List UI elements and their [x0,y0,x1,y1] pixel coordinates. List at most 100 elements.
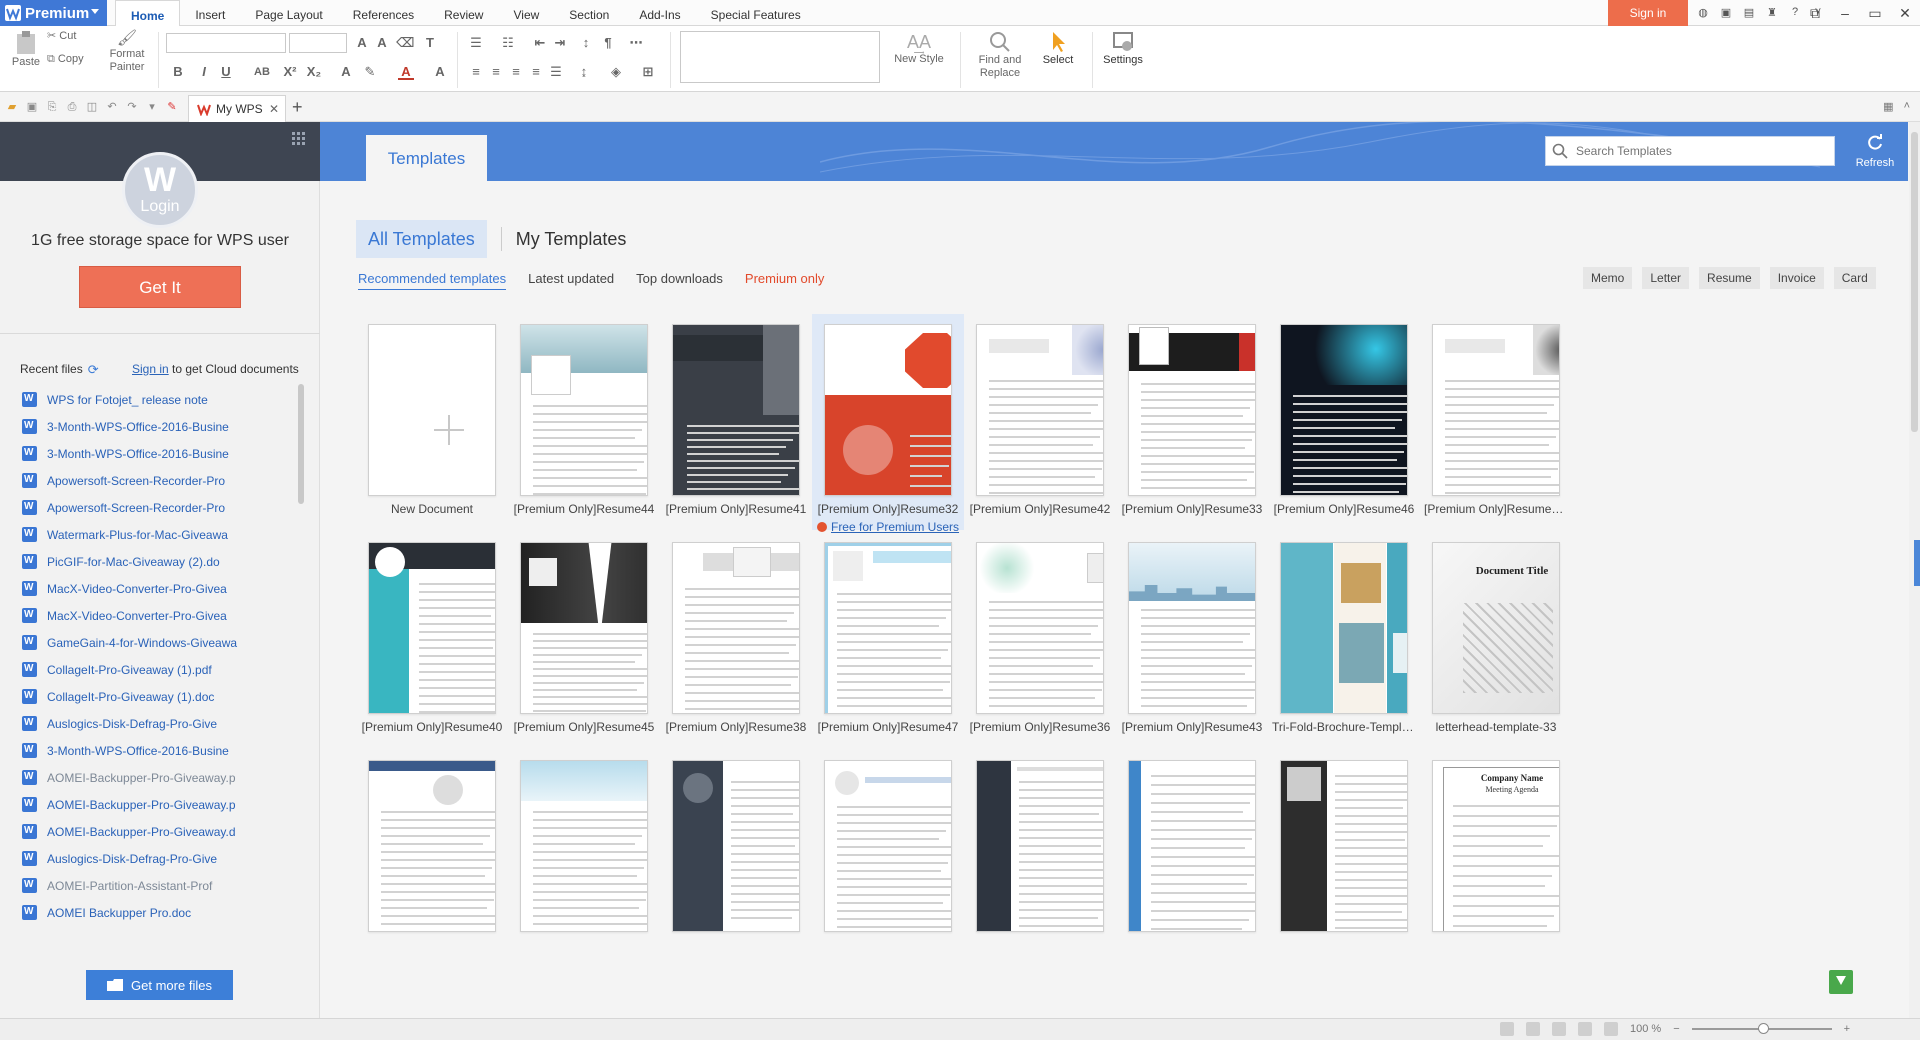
template-thumbnail[interactable] [976,542,1104,714]
bold-icon[interactable]: B [170,64,186,80]
italic-icon[interactable]: I [196,64,212,80]
template-thumbnail[interactable] [824,542,952,714]
font-size-select[interactable] [289,33,347,53]
recent-file-item[interactable]: MacX-Video-Converter-Pro-Givea [22,575,292,602]
template-thumbnail[interactable] [520,542,648,714]
show-marks-icon[interactable]: ¶ [600,35,616,51]
template-thumbnail[interactable] [976,324,1104,496]
recent-file-item[interactable]: CollageIt-Pro-Giveaway (1).pdf [22,656,292,683]
template-card[interactable] [1116,750,1268,1018]
search-input[interactable] [1576,144,1826,158]
templates-header-tab[interactable]: Templates [366,135,487,181]
apps-grid-icon[interactable] [292,132,306,146]
login-avatar[interactable]: W Login [122,152,198,228]
sort-icon[interactable]: ↕ [578,35,594,51]
tab-my-templates[interactable]: My Templates [516,229,627,250]
template-thumbnail[interactable] [672,760,800,932]
save-icon[interactable]: ▣ [25,100,39,114]
template-card[interactable] [812,750,964,1018]
category-invoice[interactable]: Invoice [1769,267,1824,289]
shading-icon[interactable]: ◈ [608,64,624,80]
find-replace-button[interactable]: Find and Replace [970,30,1030,80]
tab-recommended[interactable]: Recommended templates [358,271,507,290]
template-thumbnail[interactable] [1128,542,1256,714]
template-thumbnail[interactable] [520,760,648,932]
zoom-slider-knob[interactable] [1757,1023,1769,1034]
web-view-icon[interactable] [1578,1022,1592,1036]
clear-format-icon[interactable]: ⌫ [396,35,414,51]
recent-file-item[interactable]: AOMEI-Backupper-Pro-Giveaway.p [22,791,292,818]
paste-button[interactable]: Paste [8,30,44,69]
scrollbar-thumb[interactable] [1911,132,1918,432]
undo-icon[interactable]: ↶ [105,100,119,114]
template-thumbnail[interactable] [1280,760,1408,932]
layout-icon[interactable]: ▦ [1883,100,1893,113]
recent-file-item[interactable]: Auslogics-Disk-Defrag-Pro-Give [22,710,292,737]
template-thumbnail[interactable] [520,324,648,496]
tab-review[interactable]: Review [429,0,498,26]
template-card[interactable] [356,750,508,1018]
recent-file-item[interactable]: 3-Month-WPS-Office-2016-Busine [22,737,292,764]
skin-icon[interactable]: ◍ [1695,4,1711,20]
format-painter-button[interactable]: 🖌 Format Painter [106,28,148,74]
recent-file-item[interactable]: CollageIt-Pro-Giveaway (1).doc [22,683,292,710]
app-brand-menu[interactable]: Premium [0,0,107,26]
recent-file-item[interactable]: 3-Month-WPS-Office-2016-Busine [22,413,292,440]
char-shading-icon[interactable]: A [432,64,448,80]
redo-icon[interactable]: ↷ [125,100,139,114]
zoom-out-icon[interactable]: − [1673,1023,1679,1035]
print-icon[interactable]: ⎙ [65,100,79,114]
template-card[interactable] [1268,750,1420,1018]
sync-icon[interactable]: ⟳ [88,363,101,376]
print-preview-icon[interactable]: ◫ [85,100,99,114]
tab-home[interactable]: Home [115,0,181,27]
template-thumbnail[interactable] [672,324,800,496]
template-thumbnail[interactable] [1128,324,1256,496]
search-templates-box[interactable] [1545,136,1835,166]
align-right-icon[interactable]: ≡ [508,64,524,80]
numbering-icon[interactable]: ☷ [500,35,516,51]
refresh-button[interactable]: Refresh [1850,134,1900,169]
superscript-icon[interactable]: X² [282,64,298,80]
template-card[interactable] [508,750,660,1018]
restore-tabs-icon[interactable]: ⧉ [1800,0,1830,26]
template-thumbnail[interactable] [1432,324,1560,496]
tab-insert[interactable]: Insert [180,0,240,26]
align-center-icon[interactable]: ≡ [488,64,504,80]
justify-icon[interactable]: ≡ [528,64,544,80]
reading-mode-icon[interactable] [1500,1022,1514,1036]
recent-file-item[interactable]: AOMEI-Backupper-Pro-Giveaway.p [22,764,292,791]
download-icon[interactable] [1829,970,1853,994]
category-memo[interactable]: Memo [1583,267,1633,289]
shirt-icon[interactable]: ♜ [1764,4,1780,20]
font-color-icon[interactable]: A [398,64,414,80]
distribute-icon[interactable]: ☰ [548,64,564,80]
recent-file-item[interactable]: Auslogics-Disk-Defrag-Pro-Give [22,845,292,872]
cut-button[interactable]: ✂ Cut [47,29,97,43]
bullets-icon[interactable]: ☰ [468,35,484,51]
tab-section[interactable]: Section [554,0,624,26]
tab-add-ins[interactable]: Add-Ins [624,0,695,26]
recent-file-item[interactable]: Apowersoft-Screen-Recorder-Pro [22,467,292,494]
recent-file-item[interactable]: WPS for Fotojet_ release note [22,386,292,413]
recent-file-item[interactable]: 3-Month-WPS-Office-2016-Busine [22,440,292,467]
sign-in-button[interactable]: Sign in [1608,0,1688,26]
pin-icon[interactable]: ✎ [165,100,179,114]
template-card[interactable]: Company Name Meeting Agenda [1420,750,1572,1018]
shrink-font-icon[interactable]: A [374,35,390,51]
template-thumbnail[interactable] [368,542,496,714]
paragraph-icon[interactable]: ⋯ [628,35,644,51]
side-tab-marker[interactable] [1914,540,1920,586]
recent-file-item[interactable]: Apowersoft-Screen-Recorder-Pro [22,494,292,521]
open-folder-icon[interactable]: ▰ [5,100,19,114]
minimize-icon[interactable]: – [1830,0,1860,26]
document-tab-my-wps[interactable]: My WPS ✕ [188,95,286,122]
outline-view-icon[interactable] [1552,1022,1566,1036]
font-name-select[interactable] [166,33,286,53]
template-card[interactable] [660,750,812,1018]
recent-list-scrollbar[interactable] [298,384,304,504]
recent-file-item[interactable]: PicGIF-for-Mac-Giveaway (2).do [22,548,292,575]
template-thumbnail[interactable] [1280,324,1408,496]
category-resume[interactable]: Resume [1699,267,1760,289]
get-more-files-button[interactable]: Get more files [86,970,233,1000]
